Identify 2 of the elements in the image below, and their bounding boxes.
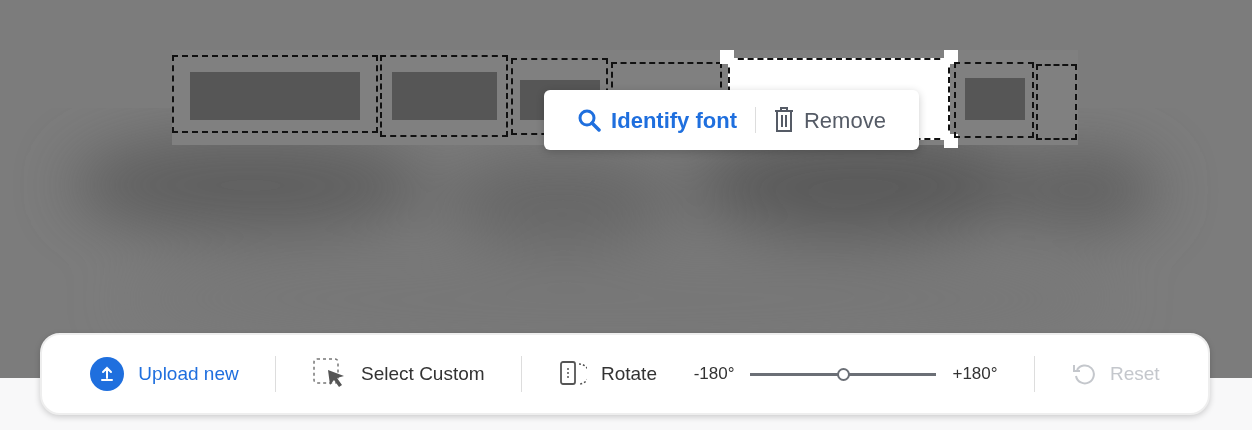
min-angle-label: -180° [693,363,735,386]
max-angle-label: +180° [952,363,998,386]
